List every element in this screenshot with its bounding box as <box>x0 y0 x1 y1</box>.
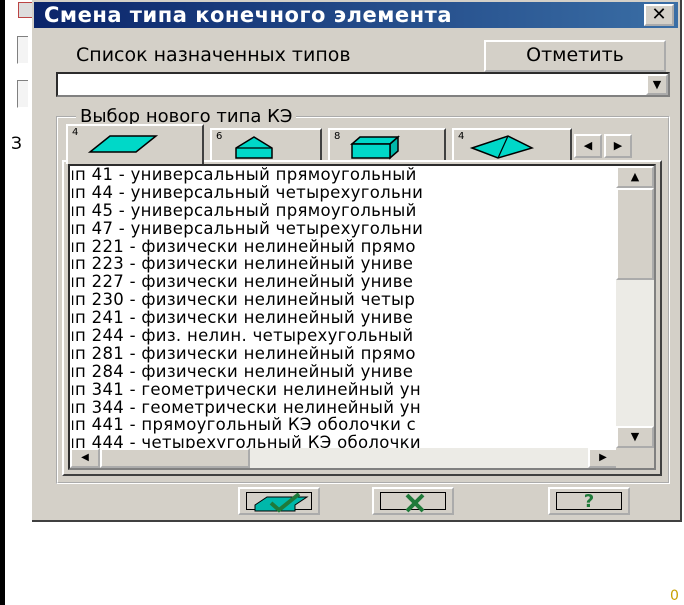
cancel-button[interactable] <box>372 487 454 515</box>
list-item[interactable]: ип 47 - универсальный четырехугольни <box>72 219 612 238</box>
background-label: З <box>11 134 22 154</box>
scrollbar-corner <box>616 448 654 468</box>
background-corner-text: 0 <box>670 588 679 604</box>
list-item[interactable]: ип 230 - физически нелинейный четыр <box>72 291 612 309</box>
list-item[interactable]: ип 344 - геометрически нелинейный ун <box>72 398 612 417</box>
list-item[interactable]: ип 284 - физически нелинейный униве <box>72 362 612 381</box>
list-item[interactable]: ип 45 - универсальный прямоугольный <box>72 201 612 220</box>
scroll-up-button[interactable]: ▲ <box>616 166 654 188</box>
help-button-frame: ? <box>556 491 622 512</box>
mark-button[interactable]: Отметить <box>484 40 666 72</box>
list-item[interactable]: ип 444 - четырехугольный КЭ оболочки <box>72 434 612 448</box>
list-item[interactable]: ип 221 - физически нелинейный прямо <box>72 237 612 256</box>
help-button[interactable]: ? <box>548 487 630 515</box>
tab-node-count: 4 <box>458 131 465 142</box>
parallelogram-plate-icon <box>87 135 159 153</box>
list-item[interactable]: ип 244 - физ. нелин. четырехугольный <box>72 327 612 345</box>
arrow-left-icon: ◀ <box>583 139 593 152</box>
tab-hexahedrons-8[interactable]: 8 <box>328 128 446 162</box>
triangle-down-icon: ▼ <box>652 78 662 91</box>
horizontal-scrollbar[interactable]: ◀ ▶ <box>70 448 618 468</box>
close-button[interactable]: ✕ <box>644 4 674 26</box>
vertical-scrollbar[interactable]: ▲ ▼ <box>616 166 654 448</box>
scroll-right-button[interactable]: ▶ <box>588 448 618 468</box>
tab-prisms-6[interactable]: 6 <box>210 128 322 162</box>
title-bar[interactable]: Смена типа конечного элемента ✕ <box>34 2 678 28</box>
element-types-listbox[interactable]: ип 41 - универсальный прямоугольный ип 4… <box>68 164 656 470</box>
tab-node-count: 4 <box>72 127 79 138</box>
background-field[interactable] <box>17 80 28 108</box>
vertical-scroll-thumb[interactable] <box>616 188 654 280</box>
change-element-type-dialog: Смена типа конечного элемента ✕ Список н… <box>32 0 682 522</box>
check-icon <box>254 493 309 513</box>
combo-dropdown-button[interactable]: ▼ <box>646 74 668 95</box>
tetrahedron-icon <box>469 135 535 159</box>
tab-tetrahedrons-4[interactable]: 4 <box>452 128 572 162</box>
triangle-left-icon: ◀ <box>81 452 89 463</box>
horizontal-scroll-thumb[interactable] <box>100 448 250 468</box>
scroll-down-button[interactable]: ▼ <box>616 426 654 448</box>
dialog-title: Смена типа конечного элемента <box>44 3 453 27</box>
list-item[interactable]: ип 223 - физически нелинейный униве <box>72 255 612 273</box>
assigned-types-combobox[interactable]: ▼ <box>56 72 670 97</box>
background-panel <box>5 0 34 605</box>
list-item[interactable]: ип 227 - физически нелинейный униве <box>72 273 612 291</box>
tabs-scroll-left-button[interactable]: ◀ <box>574 134 602 158</box>
tab-node-count: 8 <box>334 131 341 142</box>
list-item[interactable]: ип 41 - универсальный прямоугольный <box>72 166 612 184</box>
cross-icon <box>405 493 425 513</box>
box-icon <box>350 135 400 160</box>
close-icon: ✕ <box>651 4 667 25</box>
tabs-scroll-right-button[interactable]: ▶ <box>604 134 632 158</box>
ok-button-frame <box>246 492 312 513</box>
element-types-items: ип 41 - универсальный прямоугольный ип 4… <box>72 166 612 448</box>
triangle-up-icon: ▲ <box>630 170 640 183</box>
background-field[interactable] <box>17 36 28 64</box>
cancel-button-frame <box>380 492 446 513</box>
arrow-right-icon: ▶ <box>613 139 623 152</box>
tab-node-count: 6 <box>216 131 223 142</box>
tab-plates-4[interactable]: 4 <box>66 124 204 164</box>
prism-icon <box>235 136 273 159</box>
list-item[interactable]: ип 441 - прямоугольный КЭ оболочки с <box>72 416 612 434</box>
triangle-right-icon: ▶ <box>599 452 607 463</box>
triangle-down-icon: ▼ <box>630 430 640 443</box>
help-icon: ? <box>583 491 595 512</box>
list-item[interactable]: ип 241 - физически нелинейный униве <box>72 309 612 327</box>
list-item[interactable]: ип 341 - геометрически нелинейный ун <box>72 380 612 399</box>
list-item[interactable]: ип 44 - универсальный четырехугольни <box>72 183 612 202</box>
scroll-left-button[interactable]: ◀ <box>70 448 100 468</box>
ok-button[interactable] <box>238 487 320 515</box>
list-item[interactable]: ип 281 - физически нелинейный прямо <box>72 345 612 363</box>
assigned-types-label: Список назначенных типов <box>76 44 351 66</box>
